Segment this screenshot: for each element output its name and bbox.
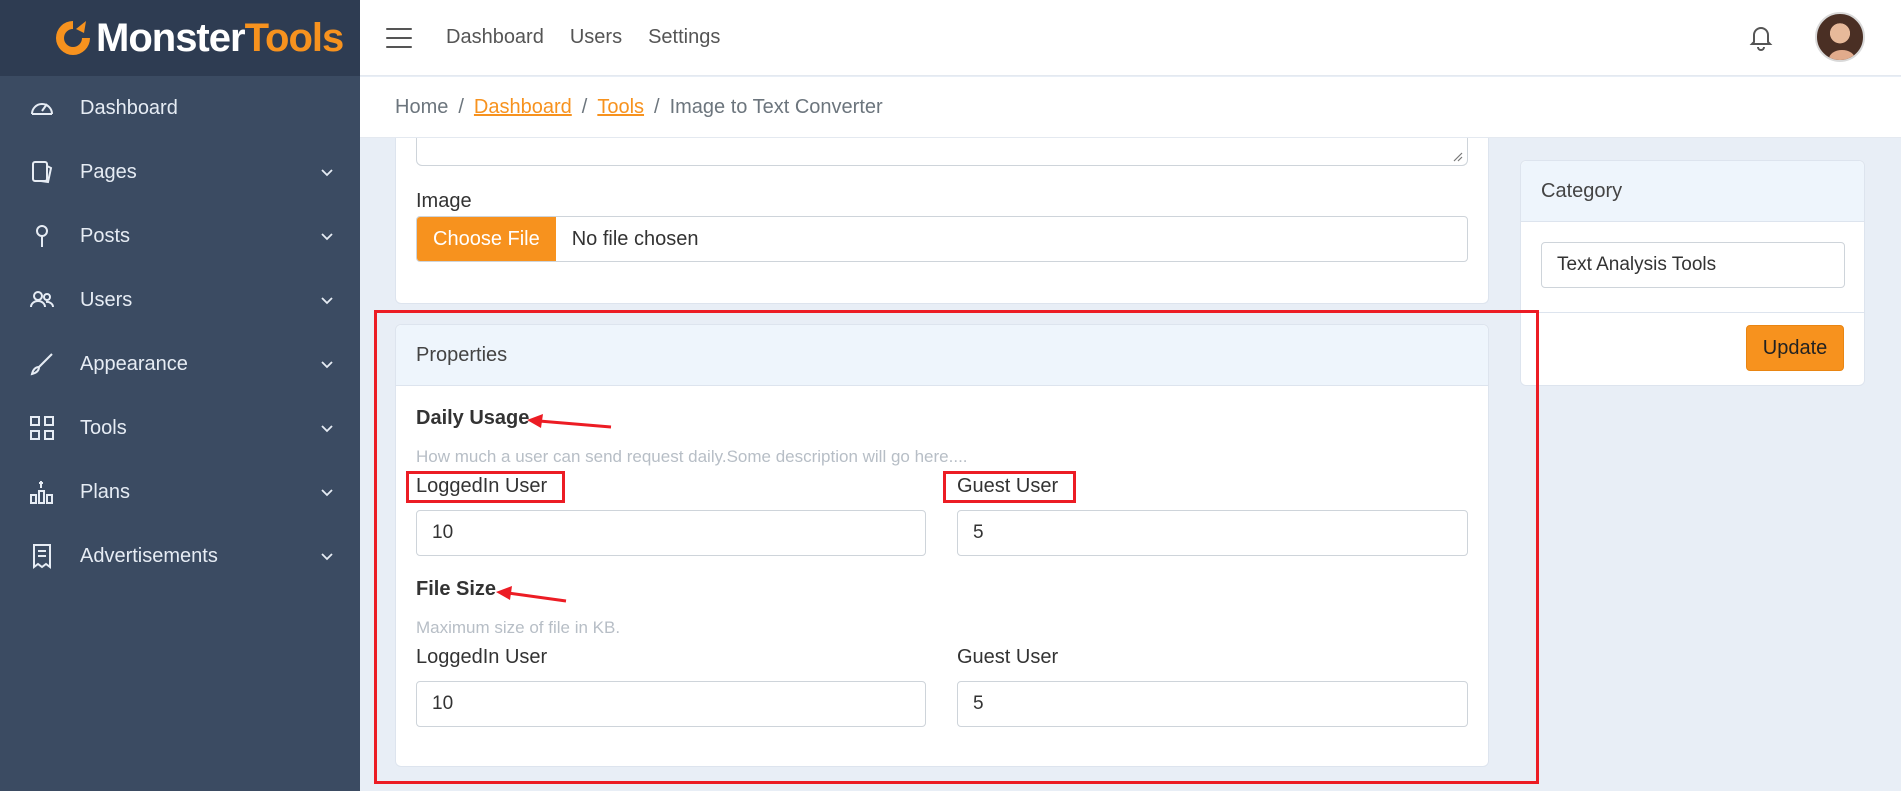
brand-logo[interactable]: Monster Tools <box>0 0 360 76</box>
properties-card: Properties Daily Usage How much a user c… <box>395 324 1489 767</box>
chevron-down-icon <box>321 489 333 497</box>
brand-word-monster: Monster <box>96 15 246 60</box>
file-guest-label: Guest User <box>957 646 1059 668</box>
brush-icon <box>28 350 56 378</box>
sidebar-item-label: Tools <box>80 416 127 439</box>
topbar-right <box>1747 12 1865 62</box>
breadcrumb-current: Image to Text Converter <box>669 95 883 118</box>
file-size-description: Maximum size of file in KB. <box>416 618 621 637</box>
topbar: Dashboard Users Settings <box>360 0 1901 76</box>
sidebar-item-label: Advertisements <box>80 544 218 567</box>
speedometer-icon <box>28 94 56 122</box>
daily-logged-label: LoggedIn User <box>416 475 548 497</box>
file-size-title: File Size <box>416 578 497 600</box>
sidebar-item-appearance[interactable]: Appearance <box>0 332 360 396</box>
pin-icon <box>28 222 56 250</box>
sidebar-item-label: Dashboard <box>80 96 178 119</box>
category-header: Category <box>1521 161 1864 222</box>
top-link-dashboard[interactable]: Dashboard <box>446 26 544 49</box>
file-guest-input[interactable]: 5 <box>957 681 1468 727</box>
image-file-input[interactable]: Choose File No file chosen <box>416 216 1468 262</box>
breadcrumb: Home / Dashboard / Tools / Image to Text… <box>360 77 1901 138</box>
sidebar: Monster Tools Dashboard Pages Posts User… <box>0 0 360 791</box>
top-link-settings[interactable]: Settings <box>648 26 720 49</box>
breadcrumb-separator: / <box>458 95 464 118</box>
chevron-down-icon <box>321 425 333 433</box>
monster-logo-icon <box>52 17 94 59</box>
daily-guest-input[interactable]: 5 <box>957 510 1468 556</box>
avatar[interactable] <box>1815 12 1865 62</box>
category-card: Category Text Analysis Tools Update <box>1520 160 1865 386</box>
daily-guest-label: Guest User <box>957 475 1059 497</box>
breadcrumb-dashboard[interactable]: Dashboard <box>474 96 572 119</box>
image-card: Image Choose File No file chosen <box>395 138 1489 304</box>
chevron-down-icon <box>321 297 333 305</box>
users-icon <box>28 286 56 314</box>
sidebar-item-tools[interactable]: Tools <box>0 396 360 460</box>
grid-icon <box>28 414 56 442</box>
file-logged-input[interactable]: 10 <box>416 681 926 727</box>
resize-grip-icon[interactable] <box>1453 152 1463 162</box>
properties-header: Properties <box>396 325 1488 386</box>
sidebar-item-label: Appearance <box>80 352 188 375</box>
breadcrumb-home[interactable]: Home <box>395 96 448 119</box>
daily-logged-input[interactable]: 10 <box>416 510 926 556</box>
description-textarea[interactable] <box>416 138 1468 166</box>
sidebar-item-plans[interactable]: Plans <box>0 460 360 524</box>
sidebar-item-label: Plans <box>80 480 131 503</box>
sidebar-item-dashboard[interactable]: Dashboard <box>0 76 360 140</box>
update-button[interactable]: Update <box>1746 325 1844 371</box>
plans-chart-icon <box>28 478 56 506</box>
choose-file-button[interactable]: Choose File <box>417 217 556 261</box>
breadcrumb-separator: / <box>581 95 588 118</box>
chevron-down-icon <box>321 169 333 177</box>
sidebar-item-label: Posts <box>80 224 131 247</box>
sidebar-item-users[interactable]: Users <box>0 268 360 332</box>
chevron-down-icon <box>321 361 333 369</box>
image-label: Image <box>416 190 472 212</box>
receipt-icon <box>28 542 56 570</box>
category-body: Text Analysis Tools <box>1521 222 1864 313</box>
brand-word-tools: Tools <box>244 15 345 60</box>
hamburger-menu-icon[interactable] <box>386 27 412 48</box>
sidebar-item-label: Users <box>80 288 133 311</box>
sidebar-nav: Dashboard Pages Posts Users Appearance T… <box>0 76 360 588</box>
chevron-down-icon <box>321 553 333 561</box>
sidebar-item-pages[interactable]: Pages <box>0 140 360 204</box>
pages-icon <box>28 158 56 186</box>
sidebar-item-posts[interactable]: Posts <box>0 204 360 268</box>
category-input[interactable]: Text Analysis Tools <box>1541 242 1845 288</box>
daily-usage-description: How much a user can send request daily.S… <box>416 447 968 466</box>
top-link-users[interactable]: Users <box>570 26 622 49</box>
breadcrumb-separator: / <box>654 95 660 118</box>
daily-usage-title: Daily Usage <box>416 407 530 429</box>
file-status-text: No file chosen <box>571 227 699 250</box>
bell-icon[interactable] <box>1747 23 1775 51</box>
chevron-down-icon <box>321 233 333 241</box>
sidebar-item-label: Pages <box>80 160 137 183</box>
breadcrumb-tools[interactable]: Tools <box>597 96 644 119</box>
sidebar-item-advertisements[interactable]: Advertisements <box>0 524 360 588</box>
file-logged-label: LoggedIn User <box>416 646 548 668</box>
